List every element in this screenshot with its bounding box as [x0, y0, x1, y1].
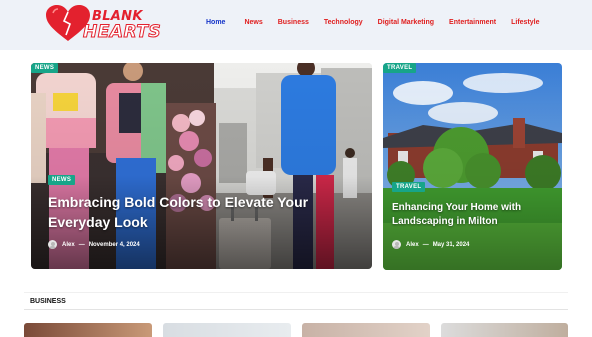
main-nav: Home News Business Technology Digital Ma…: [206, 19, 540, 26]
secondary-post-meta: Alex — May 31, 2024: [392, 240, 469, 249]
nav-item-home[interactable]: Home: [206, 19, 225, 26]
secondary-post-image: [383, 63, 562, 270]
business-section-header: BUSINESS: [24, 292, 568, 310]
post-date: May 31, 2024: [432, 241, 470, 248]
secondary-post-title-line2: Landscaping in Milton: [392, 216, 498, 227]
business-post-thumbnail[interactable]: [24, 323, 152, 337]
post-date: November 4, 2024: [88, 241, 140, 248]
featured-post-title[interactable]: Embracing Bold Colors to Elevate Your Ev…: [48, 192, 368, 232]
featured-post-image: [31, 63, 372, 269]
post-category-tag-top[interactable]: NEWS: [31, 63, 59, 73]
section-title: BUSINESS: [30, 298, 66, 305]
business-post-thumbnail[interactable]: [441, 323, 568, 337]
featured-post-title-line2: Everyday Look: [48, 214, 148, 230]
business-post-thumbnail[interactable]: [302, 323, 430, 337]
post-author[interactable]: Alex: [62, 242, 75, 248]
site-header: BLANK HEARTS Home News Business Technolo…: [0, 0, 592, 50]
post-author[interactable]: Alex: [406, 242, 419, 248]
nav-item-digital-marketing[interactable]: Digital Marketing: [378, 19, 434, 26]
nav-item-lifestyle[interactable]: Lifestyle: [511, 19, 539, 26]
post-category-tag[interactable]: TRAVEL: [392, 182, 426, 192]
logo-text-hearts: HEARTS: [82, 22, 162, 43]
secondary-post-title[interactable]: Enhancing Your Home with Landscaping in …: [392, 201, 557, 229]
author-avatar: [392, 240, 401, 249]
nav-item-business[interactable]: Business: [278, 19, 309, 26]
secondary-post-title-line1: Enhancing Your Home with: [392, 202, 522, 213]
featured-post-title-line1: Embracing Bold Colors to Elevate Your: [48, 194, 309, 210]
featured-post-card[interactable]: NEWS NEWS Embracing Bold Colors to Eleva…: [31, 63, 372, 269]
author-avatar: [48, 240, 57, 249]
post-category-tag[interactable]: NEWS: [48, 175, 76, 185]
nav-item-news[interactable]: News: [244, 19, 262, 26]
site-logo[interactable]: BLANK HEARTS: [45, 5, 165, 43]
meta-separator: —: [78, 241, 85, 248]
featured-post-meta: Alex — November 4, 2024: [48, 240, 140, 249]
post-category-tag-top[interactable]: TRAVEL: [383, 63, 417, 73]
nav-item-technology[interactable]: Technology: [324, 19, 363, 26]
meta-separator: —: [422, 241, 429, 248]
business-post-thumbnail[interactable]: [163, 323, 291, 337]
secondary-post-card[interactable]: TRAVEL TRAVEL Enhancing Your Home with L…: [383, 63, 562, 270]
nav-item-entertainment[interactable]: Entertainment: [449, 19, 496, 26]
